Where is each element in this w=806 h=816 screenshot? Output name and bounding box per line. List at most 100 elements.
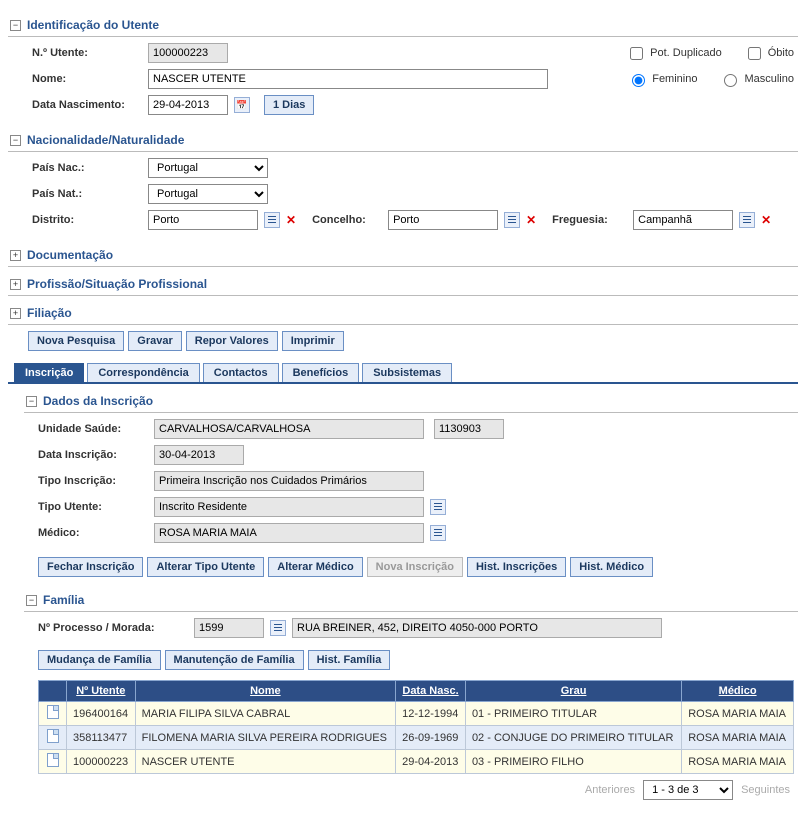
section-title-dados-inscricao: Dados da Inscrição [43,394,153,408]
tab-correspondencia[interactable]: Correspondência [87,363,199,382]
table-row[interactable]: 358113477FILOMENA MARIA SILVA PEREIRA RO… [39,726,794,750]
tab-beneficios[interactable]: Benefícios [282,363,360,382]
table-row[interactable]: 196400164MARIA FILIPA SILVA CABRAL12-12-… [39,702,794,726]
unidade-nome-field [154,419,424,439]
label-processo-morada: Nº Processo / Morada: [38,622,188,634]
cell-grau: 02 - CONJUGE DO PRIMEIRO TITULAR [465,726,681,750]
mudanca-familia-button[interactable]: Mudança de Família [38,650,161,670]
cell-data: 12-12-1994 [396,702,466,726]
unidade-cod-field [434,419,504,439]
medico-field [154,523,424,543]
label-num-utente: N.º Utente: [32,47,142,59]
document-icon[interactable] [47,729,59,743]
checkbox-pot-duplicado[interactable]: Pot. Duplicado [626,44,722,63]
expand-documentacao[interactable]: + [10,250,21,261]
list-icon-processo[interactable] [270,620,286,636]
clear-freguesia-icon[interactable]: ✕ [761,213,771,227]
collapse-dados-inscricao[interactable]: − [26,396,37,407]
cell-nome: FILOMENA MARIA SILVA PEREIRA RODRIGUES [135,726,395,750]
checkbox-obito[interactable]: Óbito [744,44,794,63]
pager-seguintes: Seguintes [741,784,790,796]
concelho-field[interactable] [388,210,498,230]
distrito-field[interactable] [148,210,258,230]
label-unidade-saude: Unidade Saúde: [38,423,148,435]
radio-feminino[interactable]: Feminino [627,71,697,87]
tipo-inscricao-field [154,471,424,491]
list-icon-freguesia[interactable] [739,212,755,228]
pager-range-select[interactable]: 1 - 3 de 3 [643,780,733,800]
collapse-familia[interactable]: − [26,595,37,606]
label-tipo-utente: Tipo Utente: [38,501,148,513]
col-grau[interactable]: Grau [465,681,681,702]
data-nasc-field[interactable] [148,95,228,115]
manutencao-familia-button[interactable]: Manutenção de Família [165,650,304,670]
cell-data: 26-09-1969 [396,726,466,750]
alterar-tipo-utente-button[interactable]: Alterar Tipo Utente [147,557,264,577]
label-concelho: Concelho: [312,214,382,226]
cell-num: 100000223 [67,750,136,774]
section-title-documentacao: Documentação [27,248,113,262]
col-data-nasc[interactable]: Data Nasc. [396,681,466,702]
section-title-profissao: Profissão/Situação Profissional [27,277,207,291]
label-distrito: Distrito: [32,214,142,226]
col-nome[interactable]: Nome [135,681,395,702]
label-data-nasc: Data Nascimento: [32,99,142,111]
col-medico[interactable]: Médico [682,681,794,702]
nova-pesquisa-button[interactable]: Nova Pesquisa [28,331,124,351]
calendar-icon[interactable]: 📅 [234,97,250,113]
hist-inscricoes-button[interactable]: Hist. Inscrições [467,557,566,577]
cell-grau: 01 - PRIMEIRO TITULAR [465,702,681,726]
label-data-inscricao: Data Inscrição: [38,449,148,461]
fechar-inscricao-button[interactable]: Fechar Inscrição [38,557,143,577]
pais-nat-select[interactable]: Portugal [148,184,268,204]
col-num-utente[interactable]: Nº Utente [67,681,136,702]
nova-inscricao-button: Nova Inscrição [367,557,463,577]
familia-table: Nº Utente Nome Data Nasc. Grau Médico 19… [38,680,794,774]
freguesia-field[interactable] [633,210,733,230]
collapse-identificacao[interactable]: − [10,20,21,31]
cell-nome: MARIA FILIPA SILVA CABRAL [135,702,395,726]
tipo-utente-field [154,497,424,517]
dias-button[interactable]: 1 Dias [264,95,314,115]
cell-num: 358113477 [67,726,136,750]
hist-familia-button[interactable]: Hist. Família [308,650,391,670]
num-utente-field [148,43,228,63]
hist-medico-button[interactable]: Hist. Médico [570,557,653,577]
radio-masculino[interactable]: Masculino [719,71,794,87]
cell-medico: ROSA MARIA MAIA [682,702,794,726]
cell-medico: ROSA MARIA MAIA [682,726,794,750]
table-row[interactable]: 100000223NASCER UTENTE29-04-201303 - PRI… [39,750,794,774]
repor-valores-button[interactable]: Repor Valores [186,331,278,351]
clear-distrito-icon[interactable]: ✕ [286,213,296,227]
label-freguesia: Freguesia: [552,214,627,226]
list-icon-concelho[interactable] [504,212,520,228]
list-icon-distrito[interactable] [264,212,280,228]
cell-nome: NASCER UTENTE [135,750,395,774]
label-pais-nac: País Nac.: [32,162,142,174]
nome-field[interactable] [148,69,548,89]
collapse-nacionalidade[interactable]: − [10,135,21,146]
processo-field [194,618,264,638]
cell-grau: 03 - PRIMEIRO FILHO [465,750,681,774]
imprimir-button[interactable]: Imprimir [282,331,344,351]
document-icon[interactable] [47,705,59,719]
expand-filiacao[interactable]: + [10,308,21,319]
pais-nac-select[interactable]: Portugal [148,158,268,178]
tab-subsistemas[interactable]: Subsistemas [362,363,452,382]
list-icon-tipo-utente[interactable] [430,499,446,515]
cell-num: 196400164 [67,702,136,726]
data-inscricao-field [154,445,244,465]
gravar-button[interactable]: Gravar [128,331,181,351]
document-icon[interactable] [47,753,59,767]
list-icon-medico[interactable] [430,525,446,541]
tab-contactos[interactable]: Contactos [203,363,279,382]
pager-anteriores: Anteriores [585,784,635,796]
tab-inscricao[interactable]: Inscrição [14,363,84,382]
clear-concelho-icon[interactable]: ✕ [526,213,536,227]
label-medico: Médico: [38,527,148,539]
expand-profissao[interactable]: + [10,279,21,290]
cell-medico: ROSA MARIA MAIA [682,750,794,774]
label-pais-nat: País Nat.: [32,188,142,200]
alterar-medico-button[interactable]: Alterar Médico [268,557,362,577]
section-title-nacionalidade: Nacionalidade/Naturalidade [27,133,184,147]
